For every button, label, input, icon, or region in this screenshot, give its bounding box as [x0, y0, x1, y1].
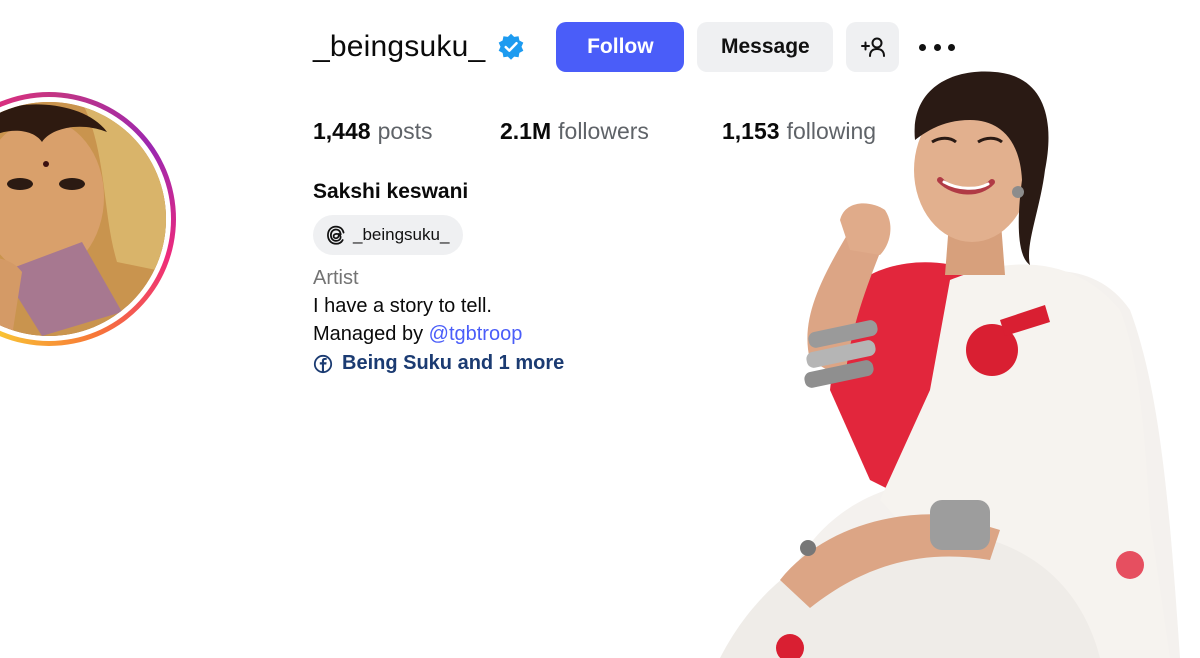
facebook-icon [313, 354, 333, 373]
follow-button[interactable]: Follow [556, 22, 685, 72]
verified-badge-icon [497, 33, 525, 61]
posts-stat: 1,448 posts [313, 118, 500, 148]
avatar-frame [0, 97, 171, 341]
avatar[interactable] [0, 102, 166, 336]
mention-link[interactable]: @tgbtroop [429, 323, 523, 345]
posts-count: 1,448 [313, 118, 371, 144]
category-label: Artist [313, 267, 359, 289]
add-person-icon [860, 37, 885, 57]
avatar-image [0, 102, 166, 336]
posts-label: posts [377, 118, 433, 144]
threads-link[interactable]: _beingsuku_ [313, 215, 464, 255]
profile-page: _beingsuku_ Follow Message 1,448 posts 2… [0, 0, 1200, 658]
username: _beingsuku_ [313, 30, 486, 63]
followers-count: 2.1M [500, 118, 552, 144]
portrait-image [720, 71, 1180, 658]
followers-label: followers [558, 118, 649, 144]
story-ring[interactable] [0, 92, 176, 346]
threads-icon [327, 225, 345, 245]
bio-line: I have a story to tell. [313, 295, 492, 317]
bio-managed-prefix: Managed by [313, 323, 429, 345]
threads-handle: _beingsuku_ [353, 225, 450, 244]
facebook-link-label: Being Suku and 1 more [342, 352, 565, 374]
bio-managed-by: Managed by @tgbtroop [313, 323, 522, 346]
full-name: Sakshi keswani [313, 180, 469, 203]
facebook-link[interactable]: Being Suku and 1 more [313, 352, 564, 375]
followers-stat[interactable]: 2.1M followers [500, 118, 722, 148]
